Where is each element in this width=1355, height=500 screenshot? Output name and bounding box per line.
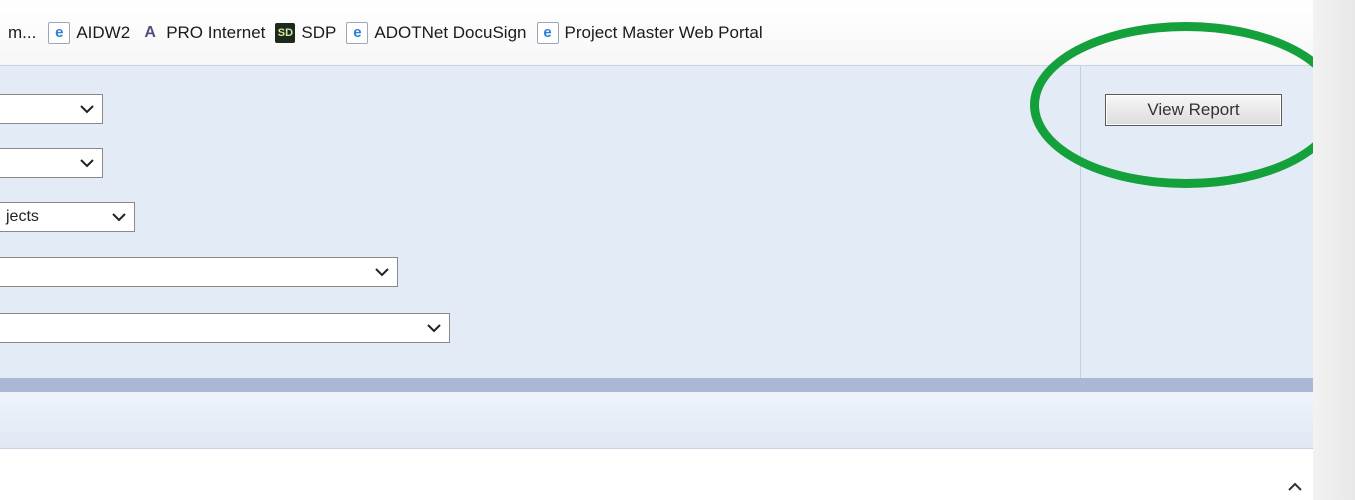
favorite-label: AIDW2 bbox=[76, 22, 131, 42]
chevron-down-icon bbox=[427, 324, 441, 333]
chevron-down-icon bbox=[80, 159, 94, 168]
ie-page-icon: e bbox=[536, 21, 559, 44]
favorite-project-master-web-portal[interactable]: e Project Master Web Portal bbox=[536, 21, 763, 44]
dropdown-value: jects bbox=[6, 208, 39, 225]
favorite-label: SDP bbox=[301, 22, 337, 42]
window-edge bbox=[1313, 0, 1355, 500]
favorite-label: PRO Internet bbox=[166, 22, 266, 42]
favorite-aidw2[interactable]: e AIDW2 bbox=[48, 21, 131, 44]
report-content-area bbox=[0, 449, 1313, 500]
favorite-pro-internet[interactable]: A PRO Internet bbox=[140, 23, 265, 43]
favorite-label: Project Master Web Portal bbox=[564, 22, 763, 42]
chevron-down-icon bbox=[375, 268, 389, 277]
parameter-dropdown-4[interactable] bbox=[0, 257, 398, 287]
report-toolbar bbox=[0, 392, 1313, 449]
parameter-dropdown-1[interactable] bbox=[0, 94, 103, 124]
scroll-up-icon[interactable] bbox=[1285, 478, 1305, 496]
favorite-truncated[interactable]: m... bbox=[8, 23, 36, 43]
parameter-dropdown-5[interactable] bbox=[0, 313, 450, 343]
chevron-down-icon bbox=[80, 105, 94, 114]
favorites-bar: m... e AIDW2 A PRO Internet SD SDP e ADO… bbox=[0, 0, 1313, 66]
favorite-sdp[interactable]: SD SDP bbox=[275, 22, 337, 43]
parameters-divider bbox=[1080, 66, 1081, 378]
ie-page-icon: e bbox=[346, 21, 369, 44]
report-viewer-window: m... e AIDW2 A PRO Internet SD SDP e ADO… bbox=[0, 0, 1342, 500]
favorite-label: ADOTNet DocuSign bbox=[374, 22, 527, 42]
sdp-logo-icon: SD bbox=[275, 22, 296, 43]
parameter-dropdown-3[interactable]: jects bbox=[0, 202, 135, 232]
chevron-down-icon bbox=[112, 213, 126, 222]
favorite-label: m... bbox=[8, 22, 37, 42]
parameters-separator-band bbox=[0, 378, 1313, 392]
ie-page-icon: e bbox=[48, 21, 71, 44]
favorite-adotnet-docusign[interactable]: e ADOTNet DocuSign bbox=[346, 21, 527, 44]
pro-logo-icon: A bbox=[144, 23, 156, 41]
parameter-dropdown-2[interactable] bbox=[0, 148, 103, 178]
view-report-button[interactable]: View Report bbox=[1105, 94, 1282, 126]
